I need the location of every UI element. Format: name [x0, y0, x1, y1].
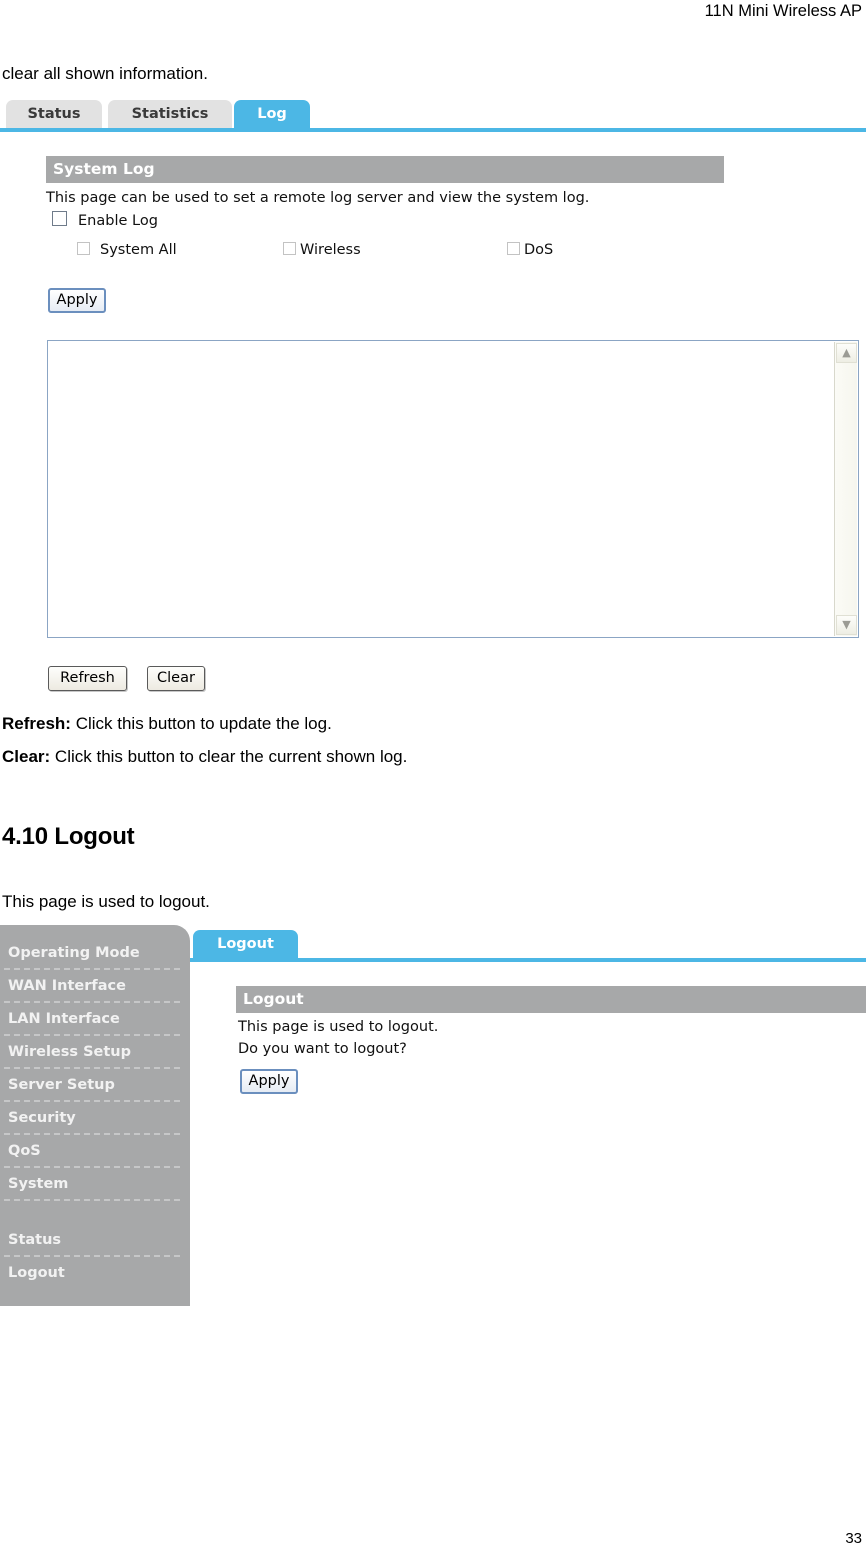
- logout-panel-title: Logout: [236, 986, 866, 1013]
- refresh-description-text: Click this button to update the log.: [70, 714, 332, 733]
- sidebar-item-security[interactable]: Security: [0, 1102, 190, 1135]
- logout-apply-label: Apply: [248, 1073, 290, 1089]
- wireless-label: Wireless: [300, 242, 361, 258]
- sidebar-item-qos[interactable]: QoS: [0, 1135, 190, 1168]
- clear-description: Clear: Click this button to clear the cu…: [2, 745, 407, 768]
- logout-screenshot: Operating Mode WAN Interface LAN Interfa…: [0, 925, 866, 1307]
- sidebar-item-logout[interactable]: Logout: [0, 1257, 190, 1290]
- sidebar-item-status[interactable]: Status: [0, 1224, 190, 1257]
- tab-statistics[interactable]: Statistics: [108, 100, 232, 128]
- dos-label: DoS: [524, 242, 554, 258]
- tab-log-label: Log: [257, 106, 287, 122]
- sidebar-item-label: LAN Interface: [8, 1011, 120, 1027]
- log-screenshot: Status Statistics Log System Log This pa…: [0, 100, 866, 691]
- system-log-panel-title: System Log: [46, 156, 724, 183]
- scroll-up-icon[interactable]: ▲: [836, 343, 857, 363]
- logout-tab-underline: [190, 958, 866, 962]
- sidebar-item-label: WAN Interface: [8, 978, 126, 994]
- logout-sidebar: Operating Mode WAN Interface LAN Interfa…: [0, 925, 190, 1306]
- log-apply-label: Apply: [56, 292, 98, 308]
- sidebar-item-label: System: [8, 1176, 69, 1192]
- clear-button[interactable]: Clear: [147, 666, 205, 691]
- running-header: 11N Mini Wireless AP: [704, 2, 862, 20]
- tab-logout[interactable]: Logout: [193, 930, 298, 958]
- tab-statistics-label: Statistics: [131, 106, 209, 122]
- system-all-checkbox[interactable]: [77, 242, 90, 255]
- sidebar-item-operating-mode[interactable]: Operating Mode: [0, 937, 190, 970]
- log-apply-button[interactable]: Apply: [48, 288, 106, 313]
- log-tab-underline: [0, 128, 866, 132]
- clear-button-label: Clear: [157, 670, 195, 686]
- sidebar-item-label: Security: [8, 1110, 76, 1126]
- refresh-button[interactable]: Refresh: [48, 666, 127, 691]
- enable-log-label: Enable Log: [78, 213, 158, 229]
- refresh-button-label: Refresh: [60, 670, 115, 686]
- log-tabstrip: Status Statistics Log: [0, 100, 866, 132]
- scroll-up-glyph: ▲: [842, 346, 851, 359]
- logout-line-1: This page is used to logout.: [238, 1019, 439, 1035]
- section-heading: 4.10 Logout: [2, 823, 135, 850]
- page-number: 33: [845, 1530, 862, 1547]
- log-textarea[interactable]: ▲ ▼: [47, 340, 859, 638]
- clear-description-label: Clear:: [2, 747, 51, 766]
- tab-status[interactable]: Status: [6, 100, 102, 128]
- tab-log[interactable]: Log: [234, 100, 310, 128]
- sidebar-item-label: Operating Mode: [8, 945, 140, 961]
- clear-description-text: Click this button to clear the current s…: [50, 747, 408, 766]
- scroll-down-glyph: ▼: [842, 618, 851, 631]
- logout-panel-title-text: Logout: [243, 990, 304, 1008]
- dos-checkbox[interactable]: [507, 242, 520, 255]
- system-all-label: System All: [100, 242, 177, 258]
- sidebar-item-lan-interface[interactable]: LAN Interface: [0, 1003, 190, 1036]
- logout-apply-button[interactable]: Apply: [240, 1069, 298, 1094]
- system-log-description: This page can be used to set a remote lo…: [46, 190, 590, 206]
- wireless-checkbox[interactable]: [283, 242, 296, 255]
- logout-intro-paragraph: This page is used to logout.: [2, 892, 210, 911]
- sidebar-item-label: QoS: [8, 1143, 41, 1159]
- scroll-down-icon[interactable]: ▼: [836, 615, 857, 635]
- system-log-panel-title-text: System Log: [53, 160, 155, 178]
- logout-line-2: Do you want to logout?: [238, 1041, 407, 1057]
- lead-paragraph: clear all shown information.: [2, 64, 208, 83]
- sidebar-item-label: Logout: [8, 1265, 65, 1281]
- log-scrollbar[interactable]: ▲ ▼: [834, 342, 857, 636]
- sidebar-item-label: Wireless Setup: [8, 1044, 131, 1060]
- tab-status-label: Status: [27, 106, 81, 122]
- sidebar-item-label: Status: [8, 1232, 62, 1248]
- sidebar-item-server-setup[interactable]: Server Setup: [0, 1069, 190, 1102]
- sidebar-item-wan-interface[interactable]: WAN Interface: [0, 970, 190, 1003]
- refresh-description-label: Refresh:: [2, 714, 71, 733]
- sidebar-item-wireless-setup[interactable]: Wireless Setup: [0, 1036, 190, 1069]
- tab-logout-label: Logout: [217, 936, 274, 952]
- refresh-description: Refresh: Click this button to update the…: [2, 712, 332, 735]
- sidebar-item-system[interactable]: System: [0, 1168, 190, 1201]
- sidebar-item-label: Server Setup: [8, 1077, 115, 1093]
- enable-log-checkbox[interactable]: [52, 211, 67, 226]
